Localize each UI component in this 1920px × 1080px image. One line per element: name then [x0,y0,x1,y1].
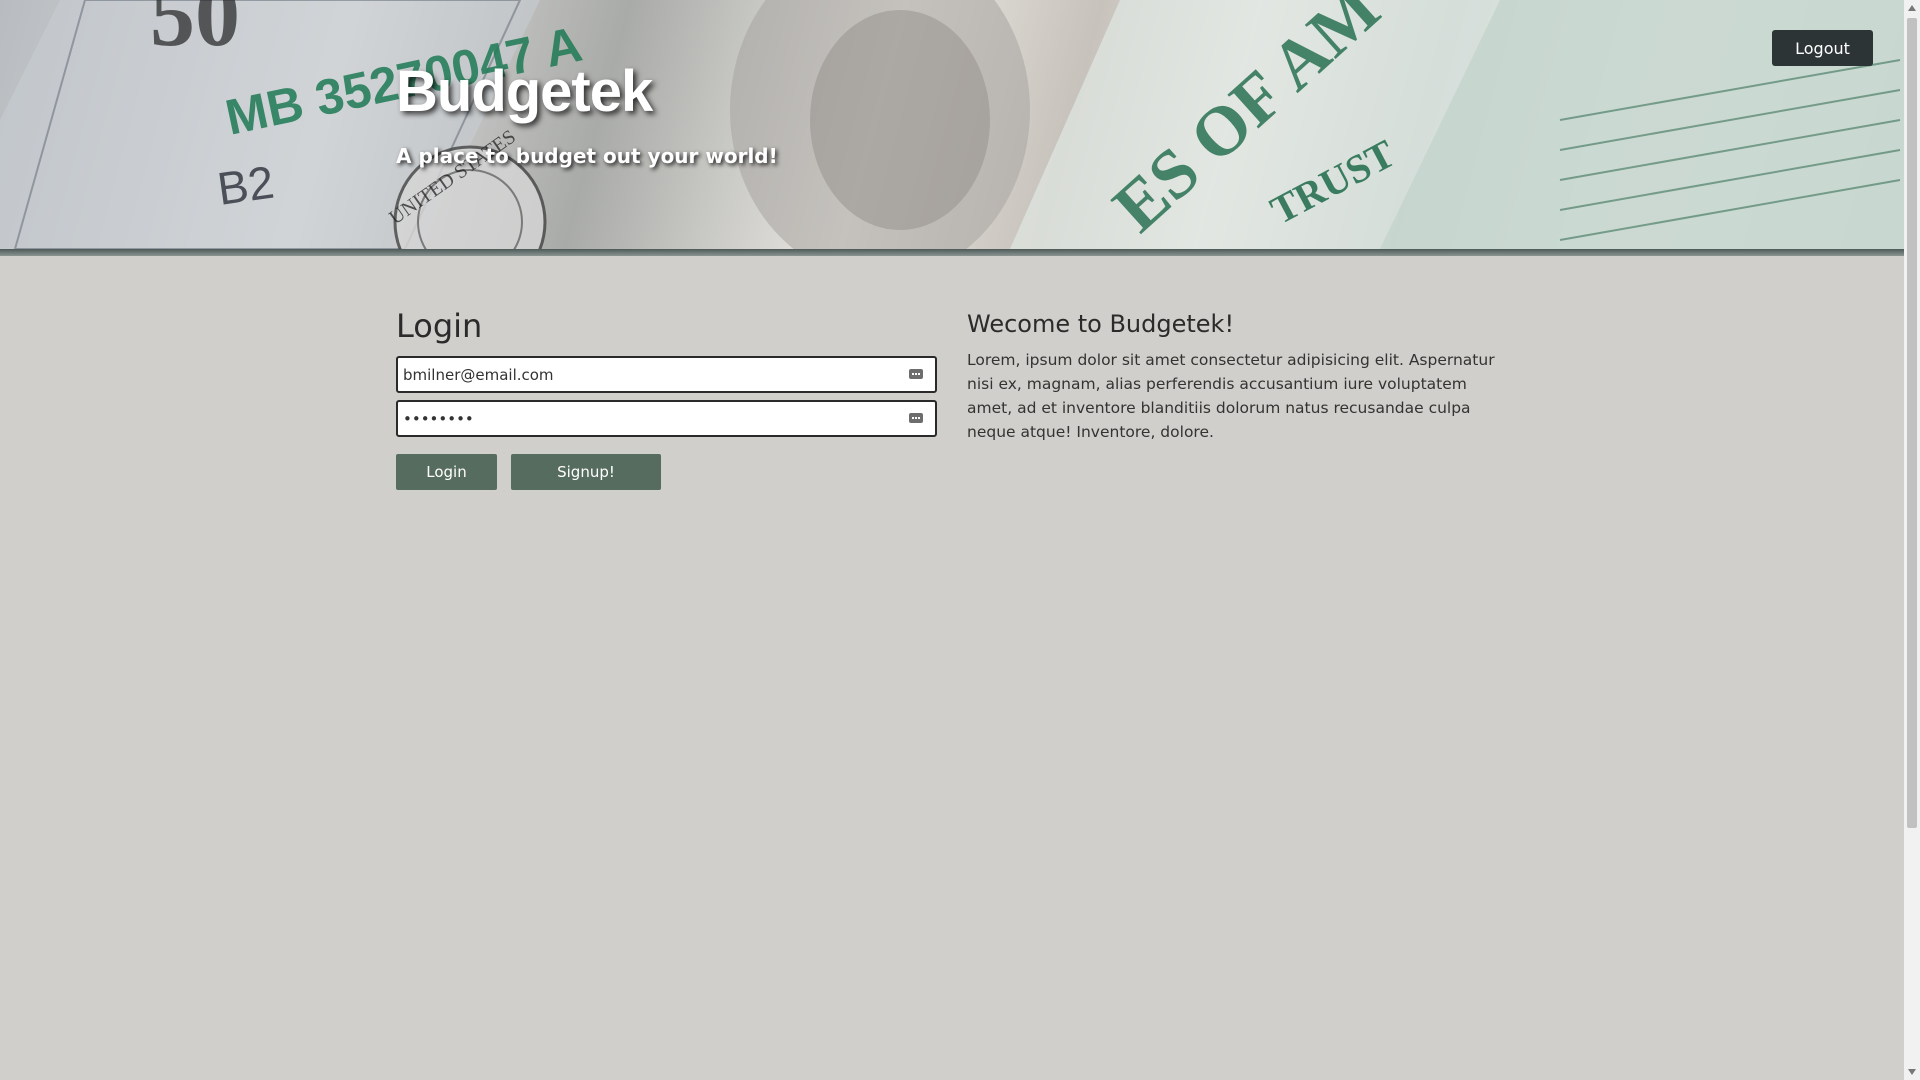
password-field [396,400,937,437]
scroll-thumb[interactable] [1907,18,1917,828]
banner-denomination-text: 50 [150,0,240,65]
login-title: Login [396,307,483,345]
key-icon[interactable] [909,411,923,425]
vertical-scrollbar[interactable] [1904,0,1920,1080]
banner-code-text: B2 [214,156,277,215]
login-button[interactable]: Login [396,454,497,490]
scroll-up-button[interactable] [1904,0,1920,16]
scroll-down-button[interactable] [1904,1064,1920,1080]
welcome-title: Wecome to Budgetek! [967,310,1235,338]
email-input[interactable] [398,358,935,391]
money-banner-image: MB 35270047 A B2 50 UNITED STATES TRUST … [0,0,1904,249]
email-field [396,356,937,393]
brand-title: Budgetek [396,59,653,124]
signup-button[interactable]: Signup! [511,454,661,490]
key-icon[interactable] [909,367,923,381]
welcome-text: Lorem, ipsum dolor sit amet consectetur … [967,351,1495,441]
header-divider [0,249,1904,256]
brand-tagline: A place to budget out your world! [396,144,778,168]
chevron-down-icon [1908,1069,1916,1075]
logout-button[interactable]: Logout [1772,30,1873,66]
password-input[interactable] [398,402,935,435]
chevron-up-icon [1908,5,1916,11]
page: MB 35270047 A B2 50 UNITED STATES TRUST … [0,0,1904,1080]
header-banner: MB 35270047 A B2 50 UNITED STATES TRUST … [0,0,1904,249]
